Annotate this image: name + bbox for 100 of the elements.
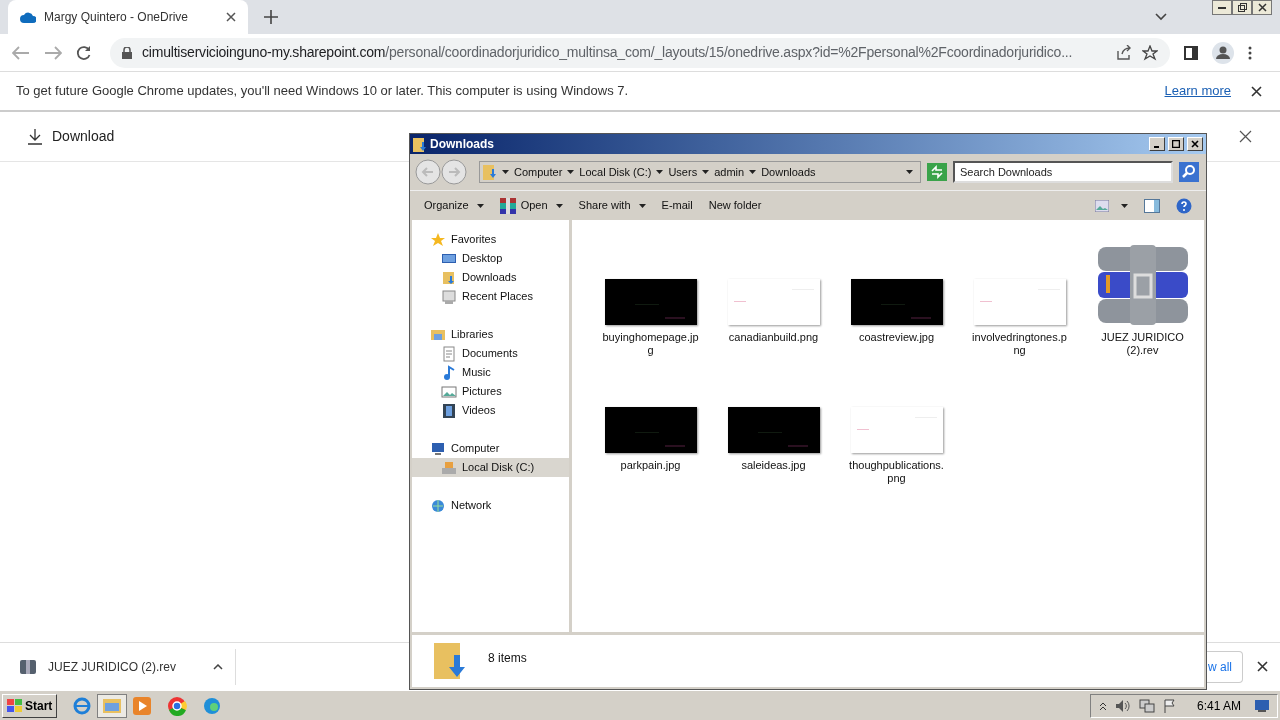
show-desktop-icon[interactable] — [1255, 699, 1269, 712]
speaker-icon[interactable] — [1114, 698, 1131, 713]
nav-item[interactable]: Desktop — [412, 249, 569, 268]
restore-button[interactable] — [1232, 0, 1252, 15]
film-icon — [441, 402, 457, 419]
close-icon — [1191, 140, 1199, 148]
caret-icon — [656, 170, 664, 174]
breadcrumb-item[interactable]: Downloads — [761, 163, 816, 181]
help-icon[interactable] — [1176, 197, 1192, 214]
toolbar-button[interactable]: E-mail — [661, 194, 693, 217]
toolbar-button[interactable]: Organize — [424, 194, 484, 217]
nav-item[interactable]: Downloads — [412, 268, 569, 287]
nav-item[interactable]: Videos — [412, 401, 569, 420]
document-icon — [441, 345, 457, 362]
file-item[interactable]: thoughpublications.png — [835, 358, 958, 486]
browser-tab[interactable]: Margy Quintero - OneDrive — [8, 0, 248, 34]
cloud-icon — [20, 11, 36, 23]
toolbar-button[interactable]: Open — [499, 194, 563, 217]
download-icon — [28, 128, 42, 145]
maximize-button[interactable] — [1168, 137, 1184, 151]
toolbar-button[interactable]: New folder — [708, 194, 762, 217]
file-name: parkpain.jpg — [619, 459, 682, 472]
item-count: 8 items — [488, 650, 527, 667]
url-path: /personal/coordinadorjuridico_multinsa_com/_layouts/15/onedrive.aspx?id=%2Fpersonal%2Fcoordinadorjuridico... — [385, 43, 1073, 62]
breadcrumb-item[interactable]: Users — [668, 163, 698, 181]
file-item[interactable]: coastreview.jpg — [835, 230, 958, 358]
new-tab-icon[interactable] — [264, 10, 278, 24]
caret-icon — [906, 170, 913, 174]
nav-item[interactable]: Network — [412, 496, 569, 515]
computer-icon — [441, 288, 457, 305]
file-name: JUEZ JURIDICO (2).rev — [1100, 331, 1185, 357]
breadcrumb-item[interactable]: admin — [714, 163, 745, 181]
profile-icon[interactable] — [1212, 41, 1234, 64]
nav-item[interactable]: Local Disk (C:) — [412, 458, 569, 477]
file-item[interactable]: involvedringtones.png — [958, 230, 1081, 358]
file-item[interactable]: saleideas.jpg — [712, 358, 835, 486]
restore-icon — [1237, 3, 1247, 12]
download-item[interactable]: JUEZ JURIDICO (2).rev — [20, 648, 236, 685]
address-field[interactable]: Computer Local Disk (C:) Users admin Downloads — [479, 161, 921, 183]
maximize-icon — [1172, 140, 1180, 148]
clock: 6:41 AM — [1196, 697, 1241, 715]
network-icon[interactable] — [1138, 698, 1155, 713]
nav-item[interactable]: Music — [412, 363, 569, 382]
caret-icon — [476, 203, 484, 208]
folder-icon — [432, 641, 468, 681]
flag-icon[interactable] — [1162, 698, 1177, 713]
close-icon — [1257, 3, 1267, 12]
close-icon[interactable] — [1239, 130, 1252, 143]
browser-icon[interactable] — [73, 696, 92, 715]
url-host: cimultiservicioinguno-my.sharepoint.com — [142, 43, 386, 62]
learn-more-link[interactable]: Learn more — [1164, 81, 1231, 101]
music-note-icon — [441, 364, 457, 381]
start-button[interactable]: Start — [2, 693, 58, 718]
caret-icon — [555, 203, 563, 208]
side-panel-icon[interactable] — [1184, 45, 1198, 60]
menu-icon[interactable] — [1248, 45, 1252, 60]
file-name: saleideas.jpg — [740, 459, 807, 472]
address-bar[interactable]: cimultiservicioinguno-my.sharepoint.com/personal/coordinadorjuridico_multinsa_com/_layouts/15/onedrive.aspx?id=%2Fpersonal%2Fcoordinadorjuridico... — [110, 37, 1170, 68]
refresh-icon[interactable] — [927, 163, 947, 181]
chrome-icon[interactable] — [167, 695, 188, 716]
chevron-up-icon[interactable] — [213, 663, 223, 670]
drive-icon — [441, 459, 457, 476]
toolbar-button[interactable]: Share with — [578, 194, 646, 217]
preview-pane-icon[interactable] — [1144, 198, 1160, 213]
download-button[interactable]: Download — [28, 126, 115, 147]
file-name: coastreview.jpg — [857, 331, 936, 344]
nav-item[interactable]: Libraries — [412, 325, 569, 344]
file-item[interactable]: JUEZ JURIDICO (2).rev — [1081, 230, 1204, 358]
nav-item[interactable]: Recent Places — [412, 287, 569, 306]
media-player-icon[interactable] — [133, 696, 152, 715]
search-icon[interactable] — [1179, 162, 1199, 182]
file-item[interactable]: buyinghomepage.jpg — [589, 230, 712, 358]
minimize-button[interactable] — [1212, 0, 1232, 15]
breadcrumb-item[interactable]: Computer — [514, 163, 563, 181]
search-field[interactable]: Search Downloads — [953, 161, 1173, 183]
folder-icon — [441, 269, 457, 286]
globe-icon — [430, 497, 446, 514]
explorer-taskbar-button[interactable] — [97, 693, 128, 718]
reload-icon[interactable] — [76, 44, 92, 61]
nav-item[interactable]: Documents — [412, 344, 569, 363]
star-icon[interactable] — [1142, 44, 1158, 61]
nav-item[interactable]: Computer — [412, 439, 569, 458]
close-button[interactable] — [1252, 0, 1272, 15]
breadcrumb-item[interactable]: Local Disk (C:) — [579, 163, 652, 181]
file-item[interactable]: parkpain.jpg — [589, 358, 712, 486]
caret-icon — [1121, 203, 1128, 208]
picture-icon — [441, 383, 457, 400]
caret-icon — [567, 170, 575, 174]
info-message: To get future Google Chrome updates, you'll need Windows 10 or later. This computer is using Windows 7. — [16, 82, 630, 101]
close-icon[interactable] — [226, 12, 236, 22]
share-icon[interactable] — [1116, 45, 1132, 60]
file-item[interactable]: canadianbuild.png — [712, 230, 835, 358]
folder-icon — [103, 698, 122, 713]
close-icon[interactable] — [1251, 85, 1262, 97]
chevron-up-icon[interactable] — [1098, 700, 1107, 711]
file-name: involvedringtones.png — [971, 331, 1068, 357]
chevron-down-icon[interactable] — [1155, 13, 1167, 21]
nav-item[interactable]: Pictures — [412, 382, 569, 401]
close-icon[interactable] — [1257, 661, 1268, 672]
nav-item[interactable]: Favorites — [412, 230, 569, 249]
